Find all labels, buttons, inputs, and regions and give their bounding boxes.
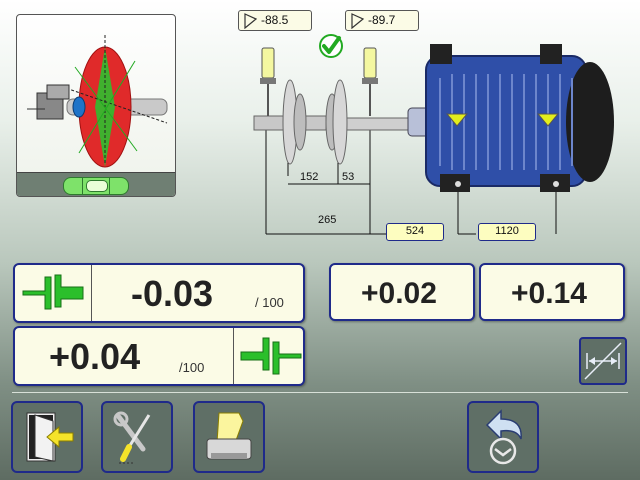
settings-button[interactable] <box>101 401 173 473</box>
vertical-coupling-icon <box>21 273 85 313</box>
dimension-152: 152 <box>300 171 319 183</box>
dimension-524-box[interactable]: 524 <box>386 223 444 241</box>
vertical-offset-panel[interactable]: +0.02 <box>329 263 475 321</box>
vertical-angular-panel[interactable]: -0.03 / 100 <box>13 263 305 323</box>
dimension-1120-box[interactable]: 1120 <box>478 223 536 241</box>
left-angle-value: -88.5 <box>261 13 289 27</box>
horizontal-angular-unit: /100 <box>179 360 205 375</box>
dimension-1120: 1120 <box>495 225 519 237</box>
horizontal-angular-value: +0.04 <box>49 336 141 377</box>
level-bubble-icon <box>63 177 129 195</box>
tools-icon <box>113 411 151 464</box>
exit-button[interactable] <box>11 401 83 473</box>
vertical-offset-value: +0.02 <box>361 277 437 310</box>
target-illustration <box>27 35 168 168</box>
vertical-angular-unit: / 100 <box>255 295 284 310</box>
target-thumbnail <box>16 14 176 197</box>
angle-icon <box>244 13 257 29</box>
horizontal-coupling-icon <box>239 336 303 376</box>
angle-icon <box>351 13 364 29</box>
left-angle-readout: -88.5 <box>238 10 312 31</box>
exit-door-icon <box>26 412 74 462</box>
right-angle-value: -89.7 <box>368 13 396 27</box>
toggle-dimension-button[interactable] <box>579 337 627 385</box>
dimension-524: 524 <box>405 225 425 237</box>
dimension-arrows-icon <box>584 342 622 380</box>
dimension-265: 265 <box>318 214 337 226</box>
machine-diagram <box>240 38 640 238</box>
level-bar <box>17 172 175 196</box>
vertical-foot-panel[interactable]: +0.14 <box>479 263 625 321</box>
undo-arrow-icon <box>485 409 522 465</box>
right-angle-readout: -89.7 <box>345 10 419 31</box>
report-button[interactable] <box>193 401 265 473</box>
printer-icon <box>206 412 252 460</box>
back-button[interactable] <box>467 401 539 473</box>
vertical-foot-value: +0.14 <box>511 277 587 310</box>
dimension-53: 53 <box>342 171 355 183</box>
horizontal-angular-panel[interactable]: +0.04 /100 <box>13 326 305 386</box>
vertical-angular-value: -0.03 <box>131 273 214 314</box>
